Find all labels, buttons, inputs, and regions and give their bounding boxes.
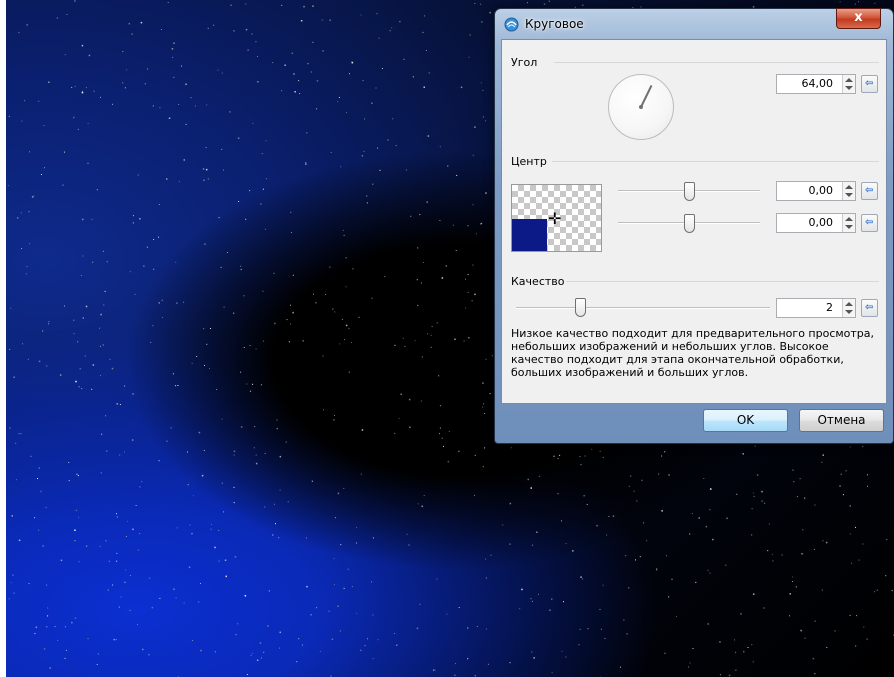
close-button[interactable]: x xyxy=(836,8,881,29)
close-icon: x xyxy=(854,10,863,25)
angle-dial[interactable] xyxy=(608,74,674,140)
angle-label: Угол xyxy=(511,56,538,69)
cancel-button[interactable]: Отмена xyxy=(799,409,884,432)
angle-spinner[interactable] xyxy=(842,75,855,93)
angle-reset-button[interactable]: ⇦ xyxy=(861,75,878,93)
dialog-title: Круговое xyxy=(525,17,584,31)
center-x-value: 0,00 xyxy=(808,184,834,197)
dialog-content: Угол 64,00 ⇦ Центр ✛ 0,00 ⇦ 0,00 ⇦ Качес… xyxy=(501,39,887,404)
spin-up-icon[interactable] xyxy=(845,302,853,306)
spin-down-icon[interactable] xyxy=(845,310,853,314)
quality-description: Низкое качество подходит для предварител… xyxy=(511,327,875,379)
center-divider xyxy=(552,161,879,162)
center-y-value: 0,00 xyxy=(808,216,834,229)
angle-value: 64,00 xyxy=(801,77,834,90)
spin-up-icon[interactable] xyxy=(845,78,853,82)
reset-arrow-icon: ⇦ xyxy=(865,217,874,228)
preview-image xyxy=(512,219,547,251)
quality-value: 2 xyxy=(826,301,833,314)
quality-reset-button[interactable]: ⇦ xyxy=(861,299,878,317)
reset-arrow-icon: ⇦ xyxy=(865,185,874,196)
angle-input[interactable]: 64,00 xyxy=(776,74,856,94)
center-label: Центр xyxy=(511,155,547,168)
center-x-reset-button[interactable]: ⇦ xyxy=(861,182,878,200)
reset-arrow-icon: ⇦ xyxy=(865,302,874,313)
spin-down-icon[interactable] xyxy=(845,193,853,197)
center-x-input[interactable]: 0,00 xyxy=(776,181,856,201)
quality-slider-thumb[interactable] xyxy=(575,298,586,317)
dial-needle xyxy=(639,84,653,109)
quality-divider xyxy=(566,281,879,282)
center-y-spinner[interactable] xyxy=(842,214,855,232)
reset-arrow-icon: ⇦ xyxy=(865,78,874,89)
radial-blur-dialog: Круговое x Угол 64,00 ⇦ Центр ✛ 0,00 ⇦ 0… xyxy=(494,8,894,444)
dial-center-dot xyxy=(639,105,643,109)
center-y-reset-button[interactable]: ⇦ xyxy=(861,214,878,232)
quality-track[interactable] xyxy=(516,307,770,309)
center-x-slider-thumb[interactable] xyxy=(684,182,695,201)
center-y-slider-thumb[interactable] xyxy=(684,214,695,233)
quality-input[interactable]: 2 xyxy=(776,298,856,318)
angle-divider xyxy=(554,62,879,63)
center-y-input[interactable]: 0,00 xyxy=(776,213,856,233)
dialog-footer: OK Отмена xyxy=(501,405,887,439)
ok-button[interactable]: OK xyxy=(703,409,788,432)
spin-up-icon[interactable] xyxy=(845,217,853,221)
center-preview[interactable]: ✛ xyxy=(511,184,602,252)
dialog-titlebar[interactable]: Круговое x xyxy=(495,8,893,39)
spin-up-icon[interactable] xyxy=(845,185,853,189)
crosshair-icon[interactable]: ✛ xyxy=(548,211,561,227)
quality-spinner[interactable] xyxy=(842,299,855,317)
spin-down-icon[interactable] xyxy=(845,86,853,90)
center-x-spinner[interactable] xyxy=(842,182,855,200)
spin-down-icon[interactable] xyxy=(845,225,853,229)
dial-needle-line xyxy=(640,84,653,108)
quality-label: Качество xyxy=(511,275,565,288)
blur-effect-icon xyxy=(504,17,519,32)
